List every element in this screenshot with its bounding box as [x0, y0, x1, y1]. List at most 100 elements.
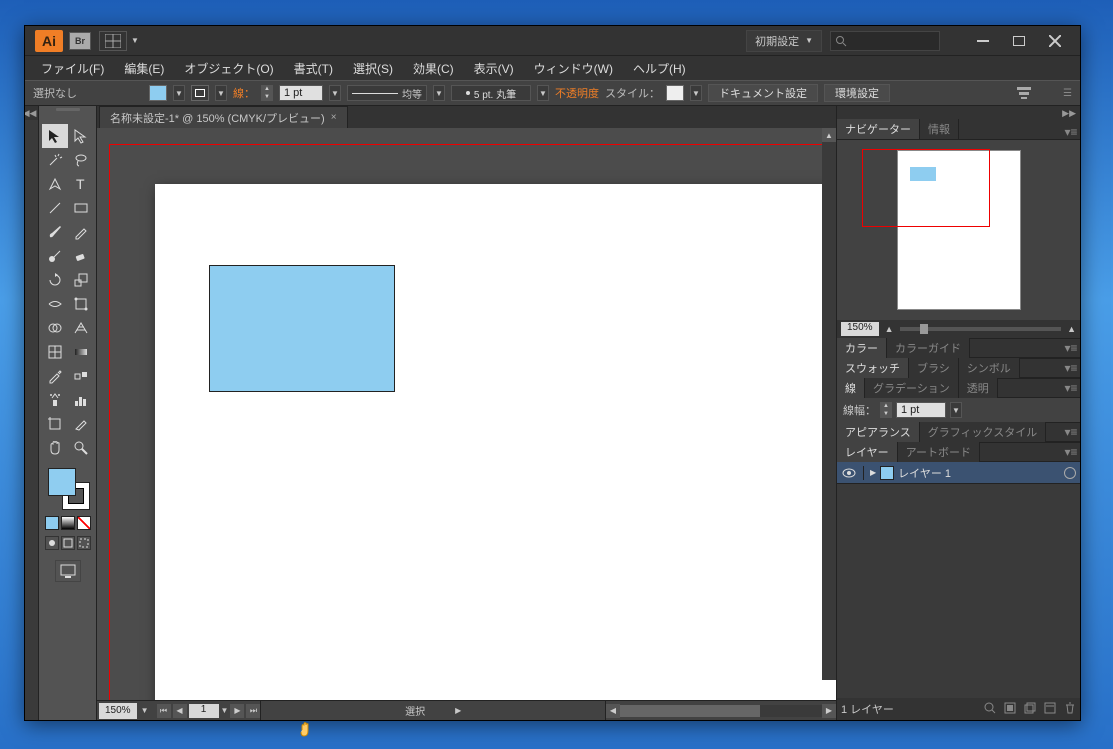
- shape-builder-tool[interactable]: [42, 316, 68, 340]
- menu-help[interactable]: ヘルプ(H): [623, 58, 696, 79]
- rectangle-tool[interactable]: [68, 196, 94, 220]
- style-dropdown[interactable]: ▼: [690, 85, 702, 101]
- color-mode-gradient[interactable]: [61, 516, 75, 530]
- locate-layer-icon[interactable]: [984, 702, 996, 717]
- document-tab[interactable]: 名称未設定-1* @ 150% (CMYK/プレビュー) ×: [99, 106, 348, 128]
- width-tool[interactable]: [42, 292, 68, 316]
- layer-target-icon[interactable]: [1064, 467, 1076, 479]
- last-artboard-button[interactable]: ⏭: [246, 704, 260, 718]
- brush-dropdown[interactable]: ▼: [537, 85, 549, 101]
- menu-effect[interactable]: 効果(C): [403, 58, 464, 79]
- transparency-tab[interactable]: 透明: [959, 378, 998, 398]
- first-artboard-button[interactable]: ⏮: [157, 704, 171, 718]
- zoom-display[interactable]: 150%: [99, 703, 137, 719]
- preferences-button[interactable]: 環境設定: [824, 84, 890, 102]
- zoom-out-icon[interactable]: ▲: [885, 324, 894, 334]
- gradient-tool[interactable]: [68, 340, 94, 364]
- layers-menu-icon[interactable]: ▾≡: [1062, 445, 1080, 459]
- color-mode-none[interactable]: [77, 516, 91, 530]
- layers-tab[interactable]: レイヤー: [837, 442, 898, 462]
- menu-type[interactable]: 書式(T): [284, 58, 343, 79]
- navigator-menu-icon[interactable]: ▾≡: [1062, 125, 1080, 139]
- canvas[interactable]: ▲: [97, 128, 836, 700]
- new-sublayer-icon[interactable]: [1024, 702, 1036, 717]
- stroke-swatch[interactable]: [191, 85, 209, 101]
- fill-swatch[interactable]: [149, 85, 167, 101]
- appearance-menu-icon[interactable]: ▾≡: [1062, 425, 1080, 439]
- align-icon[interactable]: [1017, 87, 1031, 99]
- hand-tool[interactable]: [42, 436, 68, 460]
- stroke-profile[interactable]: 均等: [347, 85, 427, 101]
- paintbrush-tool[interactable]: [42, 220, 68, 244]
- selection-tool[interactable]: [42, 124, 68, 148]
- blend-tool[interactable]: [68, 364, 94, 388]
- perspective-grid-tool[interactable]: [68, 316, 94, 340]
- zoom-tool[interactable]: [68, 436, 94, 460]
- workspace-switcher[interactable]: 初期設定▼: [746, 30, 822, 52]
- minimize-button[interactable]: [970, 32, 996, 50]
- layer-visibility-icon[interactable]: [841, 465, 857, 481]
- rotate-tool[interactable]: [42, 268, 68, 292]
- search-input[interactable]: [830, 31, 940, 51]
- line-tool[interactable]: [42, 196, 68, 220]
- layout-arrange-button[interactable]: [99, 31, 127, 51]
- layer-name[interactable]: レイヤー 1: [898, 465, 1060, 481]
- draw-behind[interactable]: [61, 536, 75, 550]
- blob-brush-tool[interactable]: [42, 244, 68, 268]
- appearance-tab[interactable]: アピアランス: [837, 422, 920, 442]
- stroke-profile-dropdown[interactable]: ▼: [433, 85, 445, 101]
- tool-grip[interactable]: [39, 108, 96, 116]
- document-setup-button[interactable]: ドキュメント設定: [708, 84, 818, 102]
- stroke-weight-input[interactable]: [279, 85, 323, 101]
- navigator-zoom-slider[interactable]: [900, 327, 1062, 331]
- layout-dropdown-icon[interactable]: ▼: [131, 36, 139, 45]
- swatch-menu-icon[interactable]: ▾≡: [1062, 361, 1080, 375]
- free-transform-tool[interactable]: [68, 292, 94, 316]
- stroke-width-stepper[interactable]: ▲▼: [880, 402, 892, 418]
- stroke-width-input[interactable]: [896, 402, 946, 418]
- stroke-tab[interactable]: 線: [837, 378, 865, 398]
- close-button[interactable]: [1042, 32, 1068, 50]
- stroke-weight-stepper[interactable]: ▲▼: [261, 85, 273, 101]
- pen-tool[interactable]: [42, 172, 68, 196]
- color-guide-tab[interactable]: カラーガイド: [887, 338, 970, 358]
- delete-layer-icon[interactable]: [1064, 702, 1076, 717]
- direct-selection-tool[interactable]: [68, 124, 94, 148]
- artboard-number[interactable]: 1: [189, 704, 219, 718]
- collapse-panels-button[interactable]: ▶▶: [837, 106, 1080, 120]
- navigator-zoom-value[interactable]: 150%: [841, 322, 879, 336]
- fill-stroke-control[interactable]: [46, 466, 90, 510]
- menu-window[interactable]: ウィンドウ(W): [524, 58, 623, 79]
- zoom-in-icon[interactable]: ▲: [1067, 324, 1076, 334]
- magic-wand-tool[interactable]: [42, 148, 68, 172]
- menu-select[interactable]: 選択(S): [343, 58, 403, 79]
- stroke-weight-dropdown[interactable]: ▼: [329, 85, 341, 101]
- clip-mask-icon[interactable]: [1004, 702, 1016, 717]
- graphic-styles-tab[interactable]: グラフィックスタイル: [920, 422, 1046, 442]
- color-menu-icon[interactable]: ▾≡: [1062, 341, 1080, 355]
- eraser-tool[interactable]: [68, 244, 94, 268]
- menu-object[interactable]: オブジェクト(O): [174, 58, 283, 79]
- swatch-tab[interactable]: スウォッチ: [837, 358, 909, 378]
- next-artboard-button[interactable]: ▶: [230, 704, 244, 718]
- gradient-tab[interactable]: グラデーション: [865, 378, 959, 398]
- menu-file[interactable]: ファイル(F): [31, 58, 114, 79]
- prev-artboard-button[interactable]: ◀: [173, 704, 187, 718]
- close-tab-icon[interactable]: ×: [331, 112, 337, 123]
- mesh-tool[interactable]: [42, 340, 68, 364]
- stroke-menu-icon[interactable]: ▾≡: [1062, 381, 1080, 395]
- navigator-view-box[interactable]: [862, 149, 990, 227]
- color-tab[interactable]: カラー: [837, 338, 887, 358]
- style-swatch[interactable]: [666, 85, 684, 101]
- slice-tool[interactable]: [68, 412, 94, 436]
- symbol-sprayer-tool[interactable]: [42, 388, 68, 412]
- info-tab[interactable]: 情報: [920, 119, 959, 139]
- control-menu-icon[interactable]: ☰: [1063, 88, 1072, 99]
- brush-preview[interactable]: 5 pt. 丸筆: [451, 85, 531, 101]
- scale-tool[interactable]: [68, 268, 94, 292]
- new-layer-icon[interactable]: [1044, 702, 1056, 717]
- layer-row[interactable]: ▶ レイヤー 1: [837, 462, 1080, 484]
- screen-mode-button[interactable]: [55, 560, 81, 582]
- draw-inside[interactable]: [77, 536, 91, 550]
- bridge-button[interactable]: Br: [69, 32, 91, 50]
